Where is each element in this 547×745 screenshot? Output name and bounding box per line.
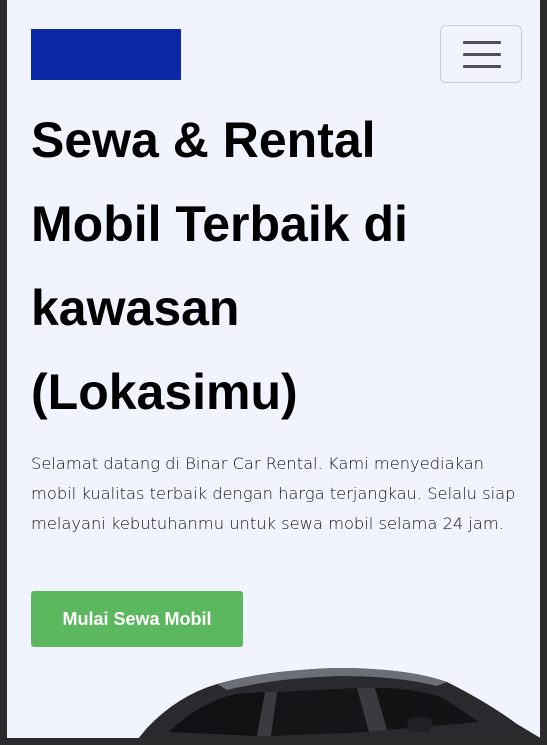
hero-headline: Sewa & Rental Mobil Terbaik di kawasan (…: [31, 112, 408, 420]
menu-toggle-button[interactable]: [440, 25, 522, 83]
hero-section: Sewa & Rental Mobil Terbaik di kawasan (…: [7, 0, 540, 738]
hero-description: Selamat datang di Binar Car Rental. Kami…: [31, 454, 516, 533]
start-rental-button[interactable]: Mulai Sewa Mobil: [31, 591, 243, 647]
car-image: [138, 668, 540, 738]
logo[interactable]: [31, 29, 181, 80]
